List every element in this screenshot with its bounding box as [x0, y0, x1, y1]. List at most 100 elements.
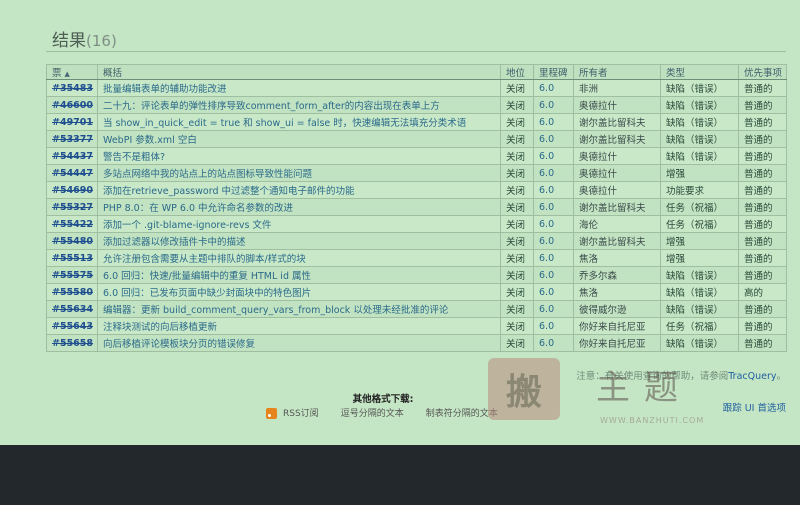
column-header-status[interactable]: 地位: [500, 64, 534, 80]
ticket-summary-link[interactable]: 添加在retrieve_password 中过滤整个通知电子邮件的功能: [97, 181, 501, 199]
ticket-id-link[interactable]: #46600: [52, 100, 93, 111]
ticket-cell-id: #54437: [46, 147, 98, 165]
ticket-milestone-link[interactable]: 6.0: [533, 334, 574, 352]
ticket-milestone-link[interactable]: 6.0: [533, 215, 574, 233]
ticket-milestone-link[interactable]: 6.0: [533, 249, 574, 267]
column-header-summary[interactable]: 概括: [97, 64, 501, 80]
ticket-priority: 普通的: [738, 147, 787, 165]
ticket-status: 关闭: [500, 283, 534, 301]
ticket-summary-link[interactable]: 编辑器：更新 build_comment_query_vars_from_blo…: [97, 300, 501, 318]
ticket-milestone-link[interactable]: 6.0: [533, 79, 574, 97]
column-header-priority[interactable]: 优先事项: [738, 64, 787, 80]
ticket-milestone-link[interactable]: 6.0: [533, 96, 574, 114]
query-help-note: 注意：有关使用查询的帮助，请参阅TracQuery。: [576, 371, 786, 382]
ticket-cell-id: #55634: [46, 300, 98, 318]
ticket-id-link[interactable]: #55634: [52, 304, 93, 315]
ticket-type: 增强: [660, 164, 739, 182]
ticket-id-link[interactable]: #55658: [52, 338, 93, 349]
ticket-summary-link[interactable]: 当 show_in_quick_edit = true 和 show_ui = …: [97, 113, 501, 131]
ticket-summary-link[interactable]: PHP 8.0：在 WP 6.0 中允许命名参数的改进: [97, 198, 501, 216]
ticket-priority: 普通的: [738, 334, 787, 352]
column-header-owner[interactable]: 所有者: [573, 64, 661, 80]
heading-divider: [46, 51, 786, 52]
ticket-id-link[interactable]: #55580: [52, 287, 93, 298]
ticket-milestone-link[interactable]: 6.0: [533, 300, 574, 318]
ticket-summary-link[interactable]: 二十九：评论表单的弹性排序导致comment_form_after的内容出现在表…: [97, 96, 501, 114]
ticket-summary-link[interactable]: 多站点网络中我的站点上的站点图标导致性能问题: [97, 164, 501, 182]
ticket-milestone-link[interactable]: 6.0: [533, 164, 574, 182]
ticket-status: 关闭: [500, 96, 534, 114]
ticket-milestone-link[interactable]: 6.0: [533, 181, 574, 199]
ticket-milestone-link[interactable]: 6.0: [533, 317, 574, 335]
ticket-summary-link[interactable]: 添加一个 .git-blame-ignore-revs 文件: [97, 215, 501, 233]
ticket-type: 缺陷（错误）: [660, 283, 739, 301]
ticket-id-link[interactable]: #54690: [52, 185, 93, 196]
ticket-owner: 谢尔盖比留科夫: [573, 113, 661, 131]
ticket-id-link[interactable]: #55643: [52, 321, 93, 332]
table-row: #35483 批量编辑表单的辅助功能改进 关闭 6.0 非洲 缺陷（错误） 普通的: [46, 79, 787, 97]
table-row: #55643 注释块测试的向后移植更新 关闭 6.0 你好来自托尼亚 任务（祝福） 普通的: [46, 317, 787, 335]
column-header-type[interactable]: 类型: [660, 64, 739, 80]
ticket-owner: 海伦: [573, 215, 661, 233]
ticket-id-link[interactable]: #55575: [52, 270, 93, 281]
track-ui-preferences-link[interactable]: 跟踪 UI 首选项: [723, 400, 786, 414]
ticket-type: 任务（祝福）: [660, 198, 739, 216]
ticket-cell-id: #55580: [46, 283, 98, 301]
ticket-type: 缺陷（错误）: [660, 113, 739, 131]
ticket-type: 缺陷（错误）: [660, 266, 739, 284]
results-heading: 结果(16): [52, 26, 117, 51]
ticket-id-link[interactable]: #49701: [52, 117, 93, 128]
ticket-owner: 你好来自托尼亚: [573, 317, 661, 335]
ticket-milestone-link[interactable]: 6.0: [533, 113, 574, 131]
tracquery-link[interactable]: TracQuery: [728, 371, 776, 382]
ticket-milestone-link[interactable]: 6.0: [533, 198, 574, 216]
ticket-milestone-link[interactable]: 6.0: [533, 147, 574, 165]
ticket-owner: 你好来自托尼亚: [573, 334, 661, 352]
ticket-id-link[interactable]: #54447: [52, 168, 93, 179]
table-row: #55327 PHP 8.0：在 WP 6.0 中允许命名参数的改进 关闭 6.0 谢尔…: [46, 198, 787, 216]
ticket-id-link[interactable]: #55327: [52, 202, 93, 213]
ticket-id-link[interactable]: #54437: [52, 151, 93, 162]
column-header-id[interactable]: 票 ▲: [46, 64, 98, 80]
ticket-summary-link[interactable]: 向后移植评论模板块分页的错误修复: [97, 334, 501, 352]
table-row: #55580 6.0 回归：已发布页面中缺少封面块中的特色图片 关闭 6.0 焦洛 缺陷（…: [46, 283, 787, 301]
ticket-type: 任务（祝福）: [660, 215, 739, 233]
ticket-status: 关闭: [500, 266, 534, 284]
ticket-type: 缺陷（错误）: [660, 96, 739, 114]
ticket-type: 缺陷（错误）: [660, 79, 739, 97]
ticket-priority: 普通的: [738, 300, 787, 318]
ticket-priority: 普通的: [738, 232, 787, 250]
ticket-owner: 奥德拉什: [573, 164, 661, 182]
ticket-status: 关闭: [500, 317, 534, 335]
ticket-owner: 谢尔盖比留科夫: [573, 232, 661, 250]
ticket-summary-link[interactable]: 6.0 回归：已发布页面中缺少封面块中的特色图片: [97, 283, 501, 301]
ticket-summary-link[interactable]: 允许注册包含需要从主题中排队的脚本/样式的块: [97, 249, 501, 267]
ticket-summary-link[interactable]: WebPI 参数.xml 空白: [97, 130, 501, 148]
rss-feed-link[interactable]: RSS订阅: [266, 406, 319, 419]
comma-delimited-link[interactable]: 逗号分隔的文本: [341, 406, 404, 419]
ticket-id-link[interactable]: #55513: [52, 253, 93, 264]
ticket-summary-link[interactable]: 批量编辑表单的辅助功能改进: [97, 79, 501, 97]
ticket-summary-link[interactable]: 警告不是粗体?: [97, 147, 501, 165]
ticket-owner: 焦洛: [573, 249, 661, 267]
tab-delimited-link[interactable]: 制表符分隔的文本: [426, 406, 498, 419]
ticket-summary-link[interactable]: 注释块测试的向后移植更新: [97, 317, 501, 335]
ticket-summary-link[interactable]: 6.0 回归：快速/批量编辑中的重复 HTML id 属性: [97, 266, 501, 284]
ticket-milestone-link[interactable]: 6.0: [533, 266, 574, 284]
column-header-milestone[interactable]: 里程碑: [533, 64, 574, 80]
ticket-status: 关闭: [500, 147, 534, 165]
ticket-summary-link[interactable]: 添加过滤器以修改插件卡中的描述: [97, 232, 501, 250]
ticket-cell-id: #46600: [46, 96, 98, 114]
ticket-milestone-link[interactable]: 6.0: [533, 232, 574, 250]
ticket-milestone-link[interactable]: 6.0: [533, 130, 574, 148]
ticket-id-link[interactable]: #35483: [52, 83, 93, 94]
ticket-id-link[interactable]: #55422: [52, 219, 93, 230]
ticket-type: 缺陷（错误）: [660, 130, 739, 148]
table-row: #55422 添加一个 .git-blame-ignore-revs 文件 关闭 6.…: [46, 215, 787, 233]
ticket-id-link[interactable]: #55480: [52, 236, 93, 247]
ticket-milestone-link[interactable]: 6.0: [533, 283, 574, 301]
ticket-status: 关闭: [500, 198, 534, 216]
table-row: #55575 6.0 回归：快速/批量编辑中的重复 HTML id 属性 关闭 6.0…: [46, 266, 787, 284]
ticket-type: 增强: [660, 232, 739, 250]
ticket-id-link[interactable]: #53377: [52, 134, 93, 145]
